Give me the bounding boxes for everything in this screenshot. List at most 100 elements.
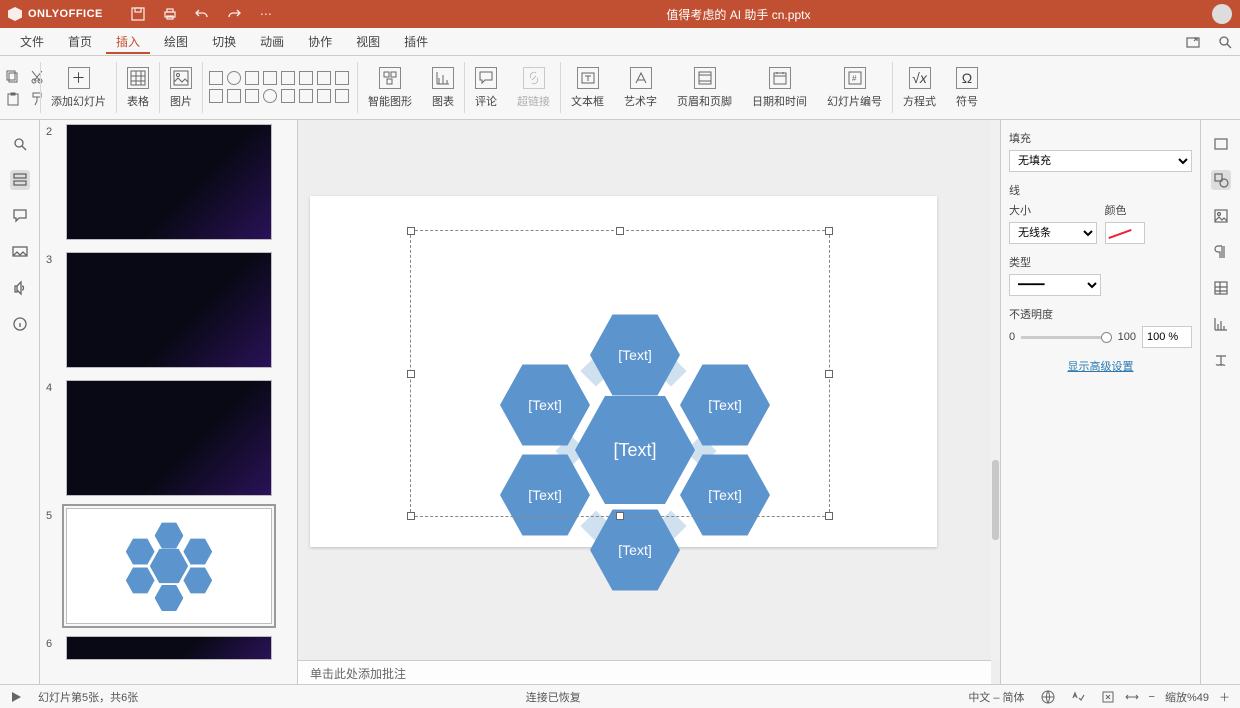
resize-handle[interactable] — [825, 227, 833, 235]
chart-button[interactable]: 图表 — [422, 56, 464, 119]
undo-icon[interactable] — [195, 7, 209, 21]
more-icon[interactable]: ⋯ — [259, 7, 273, 21]
menu-animation[interactable]: 动画 — [250, 29, 294, 54]
chart-settings-icon[interactable] — [1211, 314, 1231, 334]
opacity-slider[interactable] — [1021, 336, 1112, 339]
datetime-button[interactable]: 日期和时间 — [742, 56, 817, 119]
shapes-palette[interactable] — [203, 56, 357, 119]
slide-thumb-3[interactable] — [66, 252, 272, 368]
vertical-scrollbar[interactable] — [991, 120, 1000, 660]
menu-home[interactable]: 首页 — [58, 29, 102, 54]
notes-area[interactable]: 单击此处添加批注 — [298, 660, 991, 684]
add-slide-button[interactable]: ＋添加幻灯片 — [41, 56, 116, 119]
menu-transition[interactable]: 切换 — [202, 29, 246, 54]
advanced-settings-link[interactable]: 显示高级设置 — [1009, 358, 1192, 374]
wordart-button[interactable]: 艺术字 — [614, 56, 667, 119]
menu-insert[interactable]: 插入 — [106, 29, 150, 54]
menu-plugins[interactable]: 插件 — [394, 29, 438, 54]
clipboard-group — [0, 56, 40, 119]
selection-rect[interactable] — [410, 230, 830, 517]
resize-handle[interactable] — [825, 512, 833, 520]
fit-width-icon[interactable] — [1125, 690, 1139, 704]
line-size-select[interactable]: 无线条 — [1009, 222, 1097, 244]
user-avatar[interactable] — [1212, 4, 1232, 24]
hex-text[interactable]: [Text] — [618, 542, 651, 558]
slide-thumb-5[interactable] — [66, 508, 272, 624]
comments-panel-icon[interactable] — [10, 206, 30, 226]
slide-thumb-2[interactable] — [66, 124, 272, 240]
line-type-select[interactable]: ━━━━ — [1009, 274, 1101, 296]
shape-settings-icon[interactable] — [1211, 170, 1231, 190]
hex-text[interactable]: [Text] — [528, 397, 561, 413]
slide-thumb-6[interactable] — [66, 636, 272, 660]
line-color-swatch[interactable] — [1105, 222, 1145, 244]
zoom-in-icon[interactable]: ＋ — [1219, 689, 1230, 705]
hyperlink-button[interactable]: 超链接 — [507, 56, 560, 119]
play-icon[interactable] — [10, 691, 22, 703]
hex-text[interactable]: [Text] — [708, 487, 741, 503]
title-bar: ONLYOFFICE ⋯ 值得考虑的 AI 助手 cn.pptx — [0, 0, 1240, 28]
redo-icon[interactable] — [227, 7, 241, 21]
equation-button[interactable]: √x方程式 — [893, 56, 946, 119]
language-display[interactable]: 中文 – 简体 — [968, 689, 1024, 705]
shape-settings-panel: 填充 无填充 线 大小无线条 颜色 类型 ━━━━ 不透明度 0 100 显示高… — [1000, 120, 1200, 684]
feedback-icon[interactable] — [10, 278, 30, 298]
size-label: 大小 — [1009, 202, 1097, 218]
zoom-out-icon[interactable]: − — [1149, 691, 1155, 703]
slide-thumb-4[interactable] — [66, 380, 272, 496]
thumbnails-icon[interactable] — [10, 170, 30, 190]
spellcheck-icon[interactable] — [1071, 690, 1085, 704]
ribbon: ＋添加幻灯片 表格 图片 智能图形 图表 评论 超链接 文本框 艺术字 页眉和页… — [0, 56, 1240, 120]
paste-icon[interactable] — [6, 92, 20, 106]
copy-icon[interactable] — [6, 70, 20, 84]
opacity-max: 100 — [1118, 331, 1136, 343]
table-settings-icon[interactable] — [1211, 278, 1231, 298]
resize-handle[interactable] — [407, 227, 415, 235]
hex-text[interactable]: [Text] — [708, 397, 741, 413]
hex-text-center[interactable]: [Text] — [613, 440, 656, 461]
type-label: 类型 — [1009, 254, 1192, 270]
hex-text[interactable]: [Text] — [618, 347, 651, 363]
image-button[interactable]: 图片 — [160, 56, 202, 119]
fill-label: 填充 — [1009, 130, 1192, 146]
header-footer-button[interactable]: 页眉和页脚 — [667, 56, 742, 119]
app-logo: ONLYOFFICE — [8, 7, 103, 21]
fit-page-icon[interactable] — [1101, 690, 1115, 704]
smartart-button[interactable]: 智能图形 — [358, 56, 422, 119]
menu-draw[interactable]: 绘图 — [154, 29, 198, 54]
slide-number-button[interactable]: #幻灯片编号 — [817, 56, 892, 119]
opacity-label: 不透明度 — [1009, 306, 1192, 322]
slide-num: 3 — [46, 252, 58, 368]
canvas[interactable]: [Text] [Text] [Text] [Text] [Text] [Text… — [298, 120, 1000, 684]
textbox-button[interactable]: 文本框 — [561, 56, 614, 119]
resize-handle[interactable] — [407, 370, 415, 378]
menu-view[interactable]: 视图 — [346, 29, 390, 54]
comment-button[interactable]: 评论 — [465, 56, 507, 119]
menu-collab[interactable]: 协作 — [298, 29, 342, 54]
hex-text[interactable]: [Text] — [528, 487, 561, 503]
resize-handle[interactable] — [616, 227, 624, 235]
menu-file[interactable]: 文件 — [10, 29, 54, 54]
opacity-input[interactable] — [1142, 326, 1192, 348]
open-location-icon[interactable] — [1186, 35, 1200, 49]
about-icon[interactable] — [10, 314, 30, 334]
zoom-value[interactable]: 缩放%49 — [1165, 689, 1209, 705]
save-icon[interactable] — [131, 7, 145, 21]
paragraph-settings-icon[interactable] — [1211, 242, 1231, 262]
fill-select[interactable]: 无填充 — [1009, 150, 1192, 172]
textart-settings-icon[interactable] — [1211, 350, 1231, 370]
table-button[interactable]: 表格 — [117, 56, 159, 119]
resize-handle[interactable] — [616, 512, 624, 520]
resize-handle[interactable] — [407, 512, 415, 520]
slide-settings-icon[interactable] — [1211, 134, 1231, 154]
svg-text:#: # — [852, 74, 857, 83]
resize-handle[interactable] — [825, 370, 833, 378]
print-icon[interactable] — [163, 7, 177, 21]
image-settings-icon[interactable] — [1211, 206, 1231, 226]
globe-icon[interactable] — [1041, 690, 1055, 704]
chat-icon[interactable] — [10, 242, 30, 262]
search-icon[interactable] — [1218, 35, 1232, 49]
right-tabs — [1200, 120, 1240, 684]
find-icon[interactable] — [10, 134, 30, 154]
symbol-button[interactable]: Ω符号 — [946, 56, 988, 119]
